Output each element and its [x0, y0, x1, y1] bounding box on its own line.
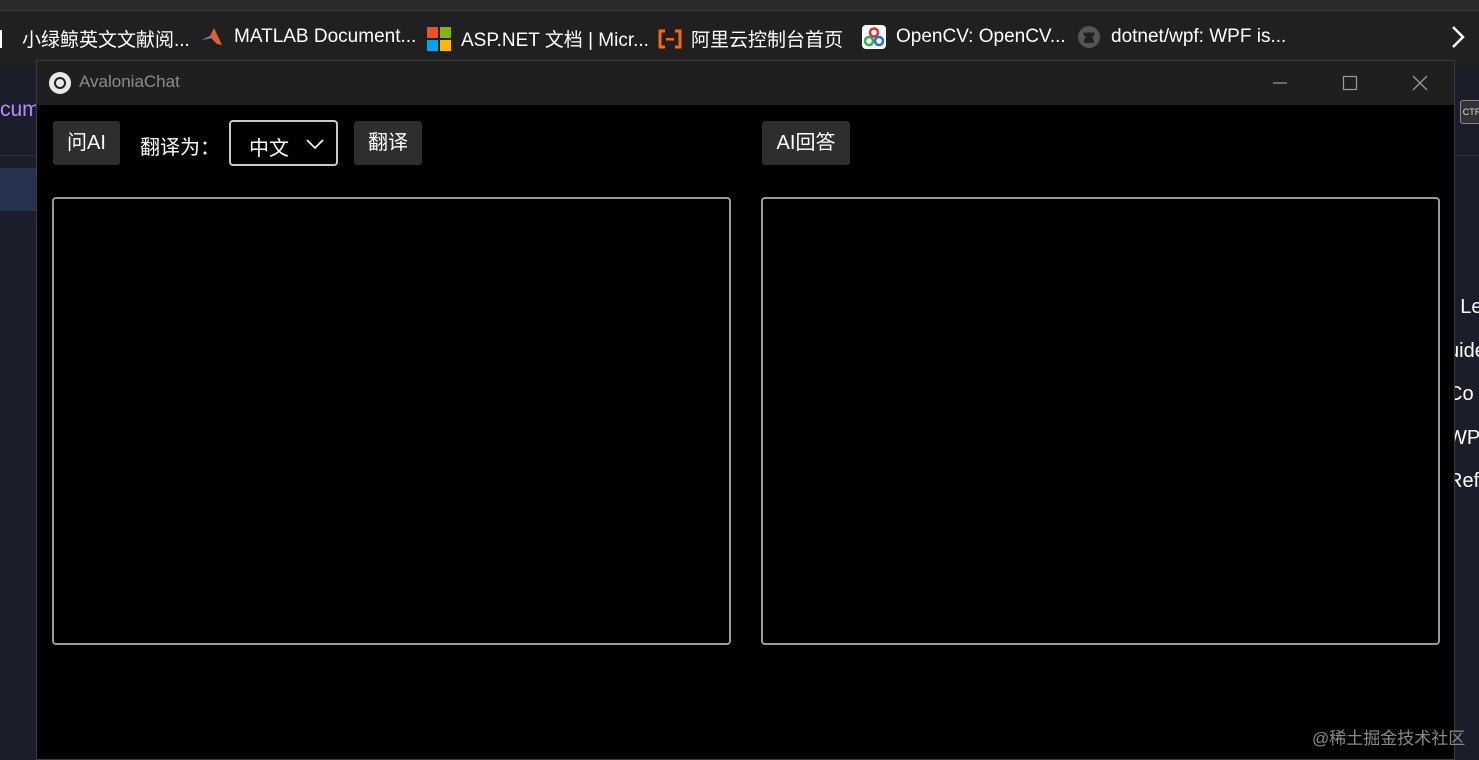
- watermark: @稀土掘金技术社区: [1312, 729, 1466, 748]
- minimize-icon[interactable]: [1257, 67, 1303, 99]
- bookmark-aliyun[interactable]: 阿里云控制台首页: [657, 25, 843, 52]
- bookmark-label: 小绿鲸英文文献阅...: [22, 30, 190, 51]
- input-textbox[interactable]: [52, 197, 731, 645]
- background-ctrl-badge: CTR: [1460, 100, 1479, 124]
- bookmark-label: dotnet/wpf: WPF is...: [1111, 26, 1287, 47]
- chevron-right-icon[interactable]: [1448, 23, 1468, 51]
- translate-to-label: 翻译为：: [140, 137, 220, 159]
- ai-answer-button[interactable]: AI回答: [762, 121, 850, 165]
- avalonia-chat-window: AvaloniaChat 问AI 翻译为： 中文 翻译 AI回答: [36, 60, 1455, 760]
- avalonia-logo-icon: [49, 72, 71, 94]
- background-heading-fragment: cum: [0, 98, 40, 121]
- github-icon: [1077, 25, 1101, 49]
- translate-button[interactable]: 翻译: [354, 121, 422, 165]
- bookmark-label: 阿里云控制台首页: [691, 30, 844, 51]
- bookmark-opencv[interactable]: OpenCV: OpenCV...: [862, 25, 1066, 49]
- bookmark-label: OpenCV: OpenCV...: [896, 26, 1066, 47]
- background-divider: [0, 155, 36, 156]
- ask-ai-button[interactable]: 问AI: [53, 121, 120, 165]
- chevron-down-icon: [306, 139, 324, 150]
- bookmarks-bar: 小绿鲸英文文献阅... MATLAB Document... ASP.NET 文…: [0, 10, 1479, 67]
- window-title: AvaloniaChat: [79, 72, 180, 91]
- opencv-icon: [862, 25, 886, 49]
- browser-top-strip: [0, 0, 1479, 10]
- whale-icon: [0, 27, 12, 51]
- background-nav-highlight: [0, 168, 36, 211]
- matlab-icon: [200, 25, 224, 49]
- bookmark-label: ASP.NET 文档 | Micr...: [461, 30, 649, 51]
- background-divider-right: [1456, 155, 1479, 156]
- close-icon[interactable]: [1397, 67, 1443, 99]
- maximize-icon[interactable]: [1327, 67, 1373, 99]
- bookmark-label: MATLAB Document...: [234, 26, 417, 47]
- language-select-value: 中文: [249, 138, 289, 160]
- language-select[interactable]: 中文: [229, 120, 338, 166]
- bookmark-whale[interactable]: 小绿鲸英文文献阅...: [0, 25, 190, 52]
- bookmark-github[interactable]: dotnet/wpf: WPF is...: [1077, 25, 1286, 49]
- microsoft-icon: [427, 26, 451, 51]
- window-titlebar[interactable]: AvaloniaChat: [37, 61, 1454, 105]
- bookmark-matlab[interactable]: MATLAB Document...: [200, 25, 416, 49]
- aliyun-icon: [657, 27, 682, 51]
- output-textbox[interactable]: [761, 197, 1440, 645]
- bookmark-aspnet[interactable]: ASP.NET 文档 | Micr...: [427, 25, 649, 52]
